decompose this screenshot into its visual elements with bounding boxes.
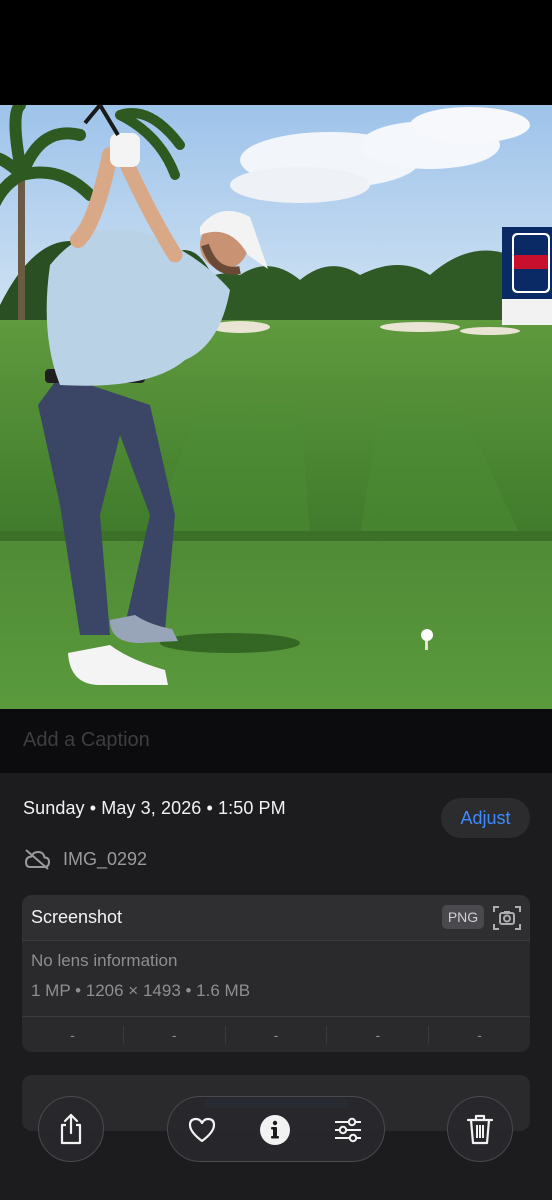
lens-info: No lens information — [31, 951, 178, 970]
photo-actions-group — [167, 1096, 385, 1162]
golf-photo — [0, 105, 552, 709]
format-badge: PNG — [442, 905, 484, 929]
share-button[interactable] — [38, 1096, 104, 1162]
exif-iso: - — [22, 1026, 124, 1044]
info-icon — [260, 1115, 290, 1145]
caption-placeholder[interactable]: Add a Caption — [23, 729, 150, 752]
share-icon — [60, 1113, 82, 1145]
exif-shutter: - — [477, 1027, 482, 1043]
photo-view[interactable] — [0, 105, 552, 709]
trash-icon — [466, 1114, 494, 1145]
favorite-button[interactable] — [185, 1113, 219, 1147]
heart-icon — [188, 1117, 216, 1143]
screenshot-icon — [493, 906, 521, 930]
caption-field[interactable]: Add a Caption — [0, 709, 552, 773]
exif-row: - - - - - — [22, 1016, 530, 1052]
delete-button[interactable] — [447, 1096, 513, 1162]
exif-aperture: - — [327, 1026, 430, 1044]
top-status-area — [0, 0, 552, 105]
file-row: IMG_0292 — [23, 847, 147, 871]
info-button[interactable] — [258, 1113, 292, 1147]
exif-exposure: - — [226, 1026, 328, 1044]
date-time-label: Sunday • May 3, 2026 • 1:50 PM — [23, 798, 286, 818]
adjust-date-button[interactable]: Adjust — [441, 798, 530, 838]
adjust-button[interactable] — [331, 1113, 365, 1147]
metadata-card: Screenshot PNG No lens information 1 MP … — [22, 895, 530, 1052]
sliders-icon — [335, 1117, 361, 1143]
cloud-off-icon — [24, 849, 51, 870]
file-name: IMG_0292 — [63, 848, 148, 869]
metadata-card-header: Screenshot PNG — [22, 895, 530, 941]
image-specs: 1 MP • 1206 × 1493 • 1.6 MB — [31, 981, 251, 1000]
capture-type-label: Screenshot — [31, 907, 123, 927]
pga-tour-logo — [502, 227, 552, 325]
exif-focal-length: - — [124, 1026, 226, 1044]
